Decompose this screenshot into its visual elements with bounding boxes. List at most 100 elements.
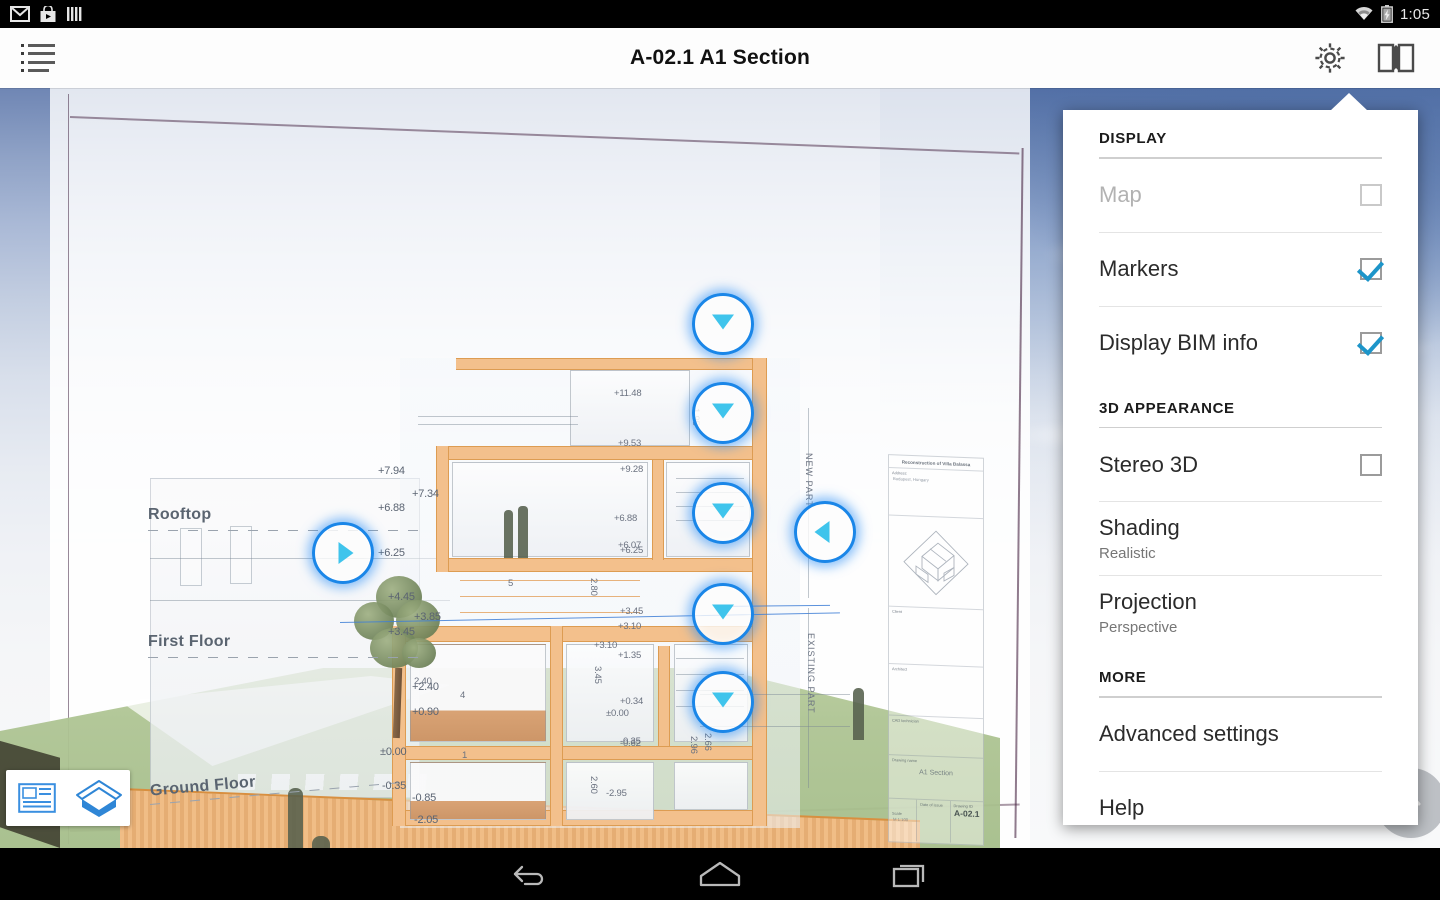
title-block: Reconstruction of Villa Balassa Address:… [888,454,984,846]
dimension-label: 5 [508,578,514,589]
elevation-label: +3.45 [620,606,644,617]
scale-value: M 1:100 [893,816,909,823]
dimension-label: 3.45 [592,666,603,684]
markers-checkbox[interactable] [1360,258,1382,280]
menu-item-display-bim-info[interactable]: Display BIM info [1063,307,1418,380]
menu-item-help[interactable]: Help [1063,772,1418,845]
title-block-scale: Scale M 1:100 [889,798,918,842]
menu-item-label: Markers [1099,256,1179,281]
marker-exterior-left[interactable] [312,522,374,584]
menu-item-label: Projection [1099,589,1197,614]
2d-layout-view-button[interactable] [6,770,68,826]
interior-column [436,446,449,572]
section-header-3d-appearance: 3D APPEARANCE [1099,399,1235,417]
display-bim-info-checkbox[interactable] [1360,332,1382,354]
status-clock: 1:05 [1400,5,1430,23]
section-header-display: DISPLAY [1099,130,1167,147]
elevation-label: ±0.00 [380,746,407,758]
section-header-more: MORE [1099,669,1147,686]
dimension-extension-line [808,608,809,788]
marker-upper-floor[interactable] [692,382,754,444]
title-block-cad-technician: CAD technician [889,715,983,759]
menu-item-label: Stereo 3D [1099,451,1199,477]
elevation-label: -2.05 [414,814,439,826]
menu-item-label: Advanced settings [1099,721,1279,746]
dimension-label: 2.66 [702,733,713,751]
menu-item-value: Perspective [1099,619,1178,636]
gmail-icon [10,6,30,22]
menu-item-label: Shading [1099,515,1180,540]
part-label: NEW PART [804,453,814,508]
menu-item-label: Map [1099,182,1142,207]
title-block-address: Address: Budapest, Hungary [889,468,983,520]
settings-popup: DISPLAY Map Markers Display BIM info 3D … [1063,110,1418,825]
menu-item-projection[interactable]: Projection Perspective [1063,576,1418,649]
menu-item-advanced-settings[interactable]: Advanced settings [1063,698,1418,771]
tree-foliage [402,638,436,668]
elevation-label: -0.35 [620,736,641,747]
settings-button[interactable] [1308,36,1352,80]
ghost-window [230,526,252,584]
floor-dash-line [148,657,428,658]
triangle-down-icon [712,503,734,519]
wifi-icon [1355,6,1373,20]
dimension-label: 1 [462,750,468,761]
marker-basement[interactable] [692,671,754,733]
elevation-label: +3.10 [594,640,618,651]
page-title: A-02.1 A1 Section [629,46,810,69]
stereo-3d-checkbox[interactable] [1360,453,1382,476]
house-3d-icon [76,780,122,817]
marker-first-floor[interactable] [692,482,754,544]
elevation-label: +1.35 [618,650,642,661]
menu-item-value: Realistic [1099,545,1156,562]
list-menu-icon [21,44,55,72]
menu-button[interactable] [0,44,76,72]
elevation-label: +0.90 [412,706,439,718]
status-system-icons: 1:05 [1354,5,1430,23]
rail-line [418,416,578,417]
elevation-label: +6.88 [614,513,638,524]
title-block-client: Client [889,606,983,668]
triangle-down-icon [712,403,734,419]
menu-item-markers[interactable]: Markers [1063,233,1418,306]
dimension-label: 2.80 [588,578,599,596]
rail-line [418,424,578,425]
marker-rooftop[interactable] [692,293,754,355]
floor-slab-l3 [436,446,766,460]
dimension-label: 2.96 [688,736,699,754]
roof-slab [456,358,766,370]
menu-item-shading[interactable]: Shading Realistic [1063,502,1418,575]
marker-exterior-right[interactable] [794,501,856,563]
3d-model-view-button[interactable] [68,770,130,826]
elevation-label: +11.48 [614,388,642,399]
person-silhouette [853,688,864,740]
map-checkbox[interactable] [1360,184,1382,206]
nav-recents-button[interactable] [880,854,940,894]
room-basement-right [674,762,748,810]
android-navigation-bar [0,848,1440,900]
date-key: Date of issue [920,801,943,808]
dog-silhouette [312,836,330,848]
interior-column [652,460,664,560]
menu-item-stereo-3d[interactable]: Stereo 3D [1063,428,1418,501]
menu-item-label: Help [1099,795,1145,820]
app-root: 1:05 A-02.1 A1 Section Rooftop First Flo… [0,0,1440,900]
elevation-label: +3.85 [414,611,441,623]
elevation-label: -0.35 [382,780,407,792]
nav-home-button[interactable] [690,854,750,894]
bim-info-button[interactable] [1374,36,1418,80]
stair-line [676,478,744,479]
dimension-label: 2.60 [588,776,599,794]
marker-ground-floor[interactable] [692,583,754,645]
popup-caret [1330,93,1368,111]
elevation-label: ±0.00 [606,708,629,719]
elevation-label: +9.53 [618,438,642,449]
floor-dash-line [148,530,428,531]
elevation-label: +7.94 [378,465,405,477]
elevation-label: -2.95 [606,788,627,799]
nav-back-button[interactable] [500,854,560,894]
dimension-extension-line [808,408,809,598]
menu-item-map[interactable]: Map [1063,159,1418,232]
triangle-down-icon [712,604,734,620]
elevation-label: +3.10 [618,621,642,632]
